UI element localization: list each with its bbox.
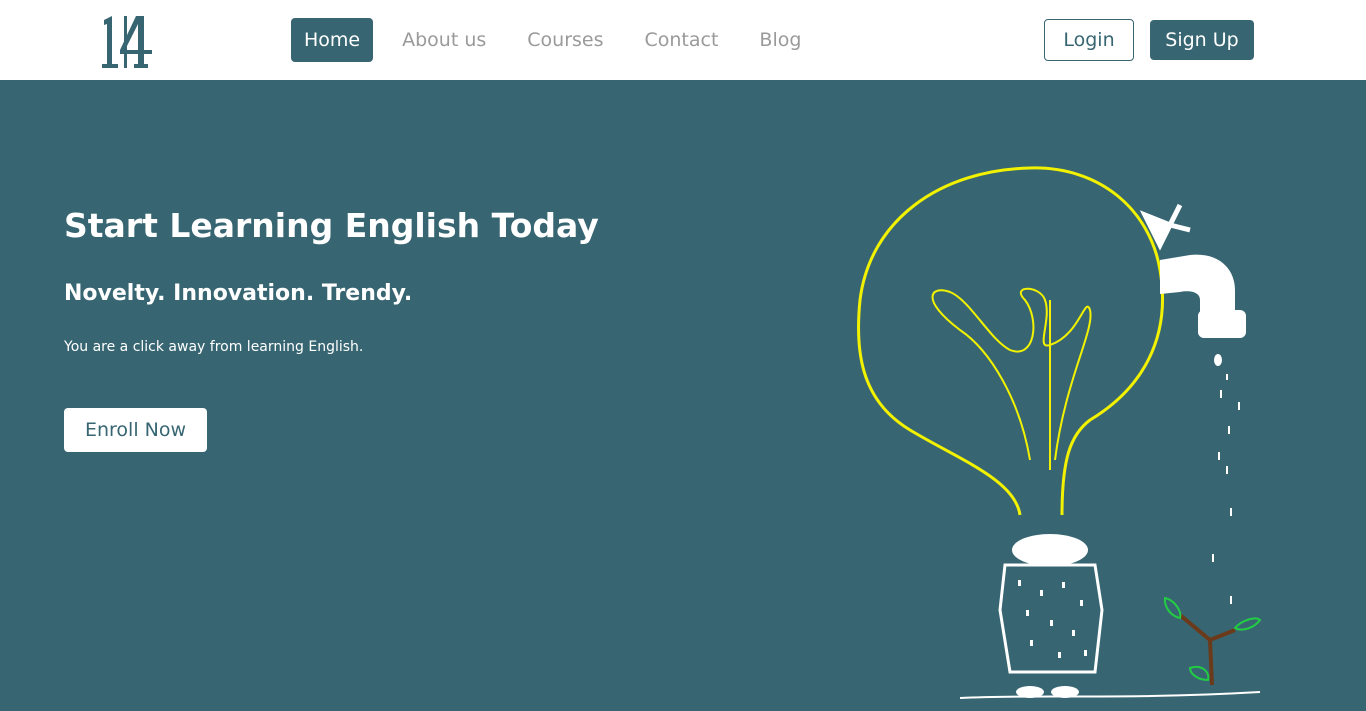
main-nav: Home About us Courses Contact Blog [291,18,829,62]
signup-button[interactable]: Sign Up [1150,20,1254,60]
nav-link-contact[interactable]: Contact [632,18,732,62]
hero-tagline: You are a click away from learning Engli… [64,339,364,355]
nav-link-about-us[interactable]: About us [389,18,499,62]
lightbulb-illustration [840,80,1280,711]
login-button[interactable]: Login [1044,19,1134,61]
navbar: Home About us Courses Contact Blog Login… [0,0,1366,80]
hero-title: Start Learning English Today [64,206,599,245]
hero-subtitle: Novelty. Innovation. Trendy. [64,281,413,306]
nav-link-courses[interactable]: Courses [514,18,616,62]
nav-link-blog[interactable]: Blog [746,18,814,62]
enroll-now-button[interactable]: Enroll Now [64,408,207,452]
nav-link-home[interactable]: Home [291,18,374,62]
logo-icon[interactable] [100,14,158,70]
